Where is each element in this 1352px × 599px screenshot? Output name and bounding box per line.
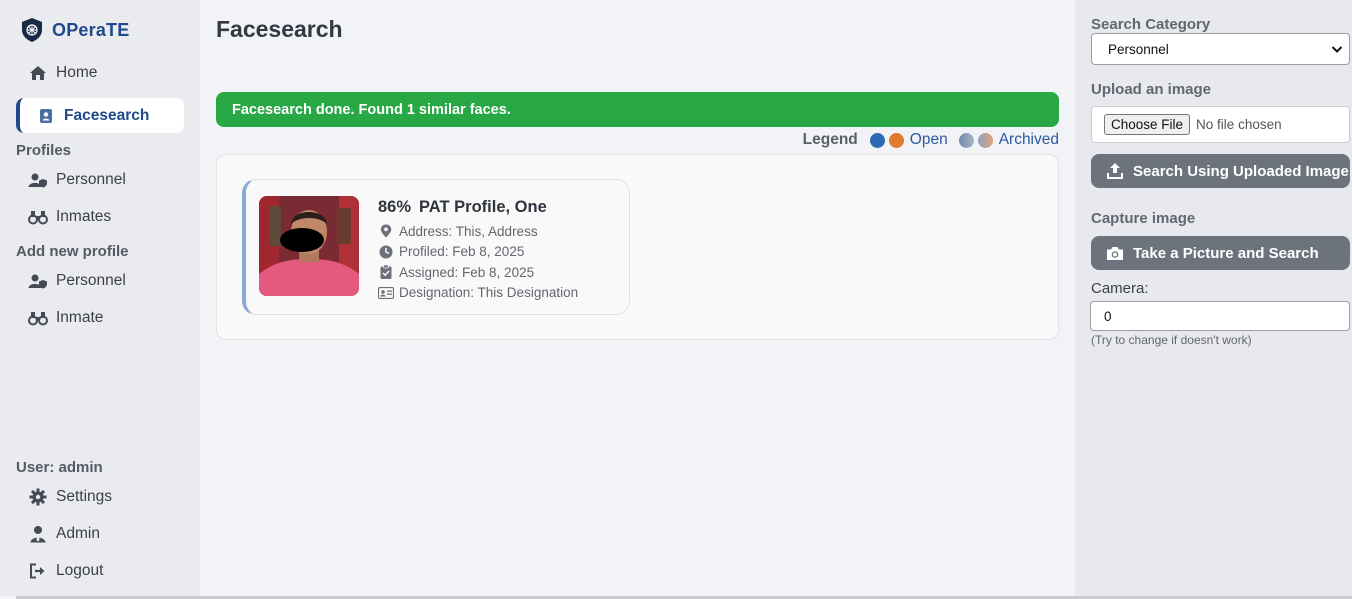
app-name: OPeraTE bbox=[52, 19, 130, 40]
home-icon bbox=[28, 63, 48, 83]
choose-file-button[interactable]: Choose File bbox=[1104, 114, 1191, 135]
take-picture-label: Take a Picture and Search bbox=[1133, 244, 1319, 262]
legend-open-orange-dot bbox=[888, 132, 904, 148]
nav-add-personnel-label: Personnel bbox=[56, 271, 126, 289]
address-text: Address: This, Address bbox=[399, 223, 538, 239]
add-profile-section-title: Add new profile bbox=[16, 243, 129, 260]
camera-hint: (Try to change if doesn't work) bbox=[1091, 333, 1252, 347]
success-alert: Facesearch done. Found 1 similar faces. bbox=[216, 92, 1059, 127]
camera-label: Camera: bbox=[1091, 280, 1149, 297]
file-input[interactable]: Choose File No file chosen bbox=[1091, 106, 1350, 143]
profiled-text: Profiled: Feb 8, 2025 bbox=[399, 244, 525, 260]
search-uploaded-button[interactable]: Search Using Uploaded Image bbox=[1091, 154, 1350, 188]
nav-facesearch-label: Facesearch bbox=[64, 106, 150, 124]
profiles-section-title: Profiles bbox=[16, 142, 72, 159]
camera-input[interactable]: 0 bbox=[1090, 301, 1350, 331]
search-category-value: Personnel bbox=[1108, 41, 1169, 57]
result-info: 86% PAT Profile, One Address: This, Addre… bbox=[378, 198, 578, 303]
address-row: Address: This, Address bbox=[378, 221, 578, 242]
legend-open-label: Open bbox=[909, 131, 948, 148]
nav-profiles-inmates-label: Inmates bbox=[56, 207, 112, 225]
nav-settings[interactable]: Settings bbox=[16, 479, 184, 514]
page-title: Facesearch bbox=[216, 16, 343, 42]
nav-settings-label: Settings bbox=[56, 487, 113, 505]
search-category-select[interactable]: Personnel bbox=[1091, 33, 1350, 65]
result-title[interactable]: 86% PAT Profile, One bbox=[378, 198, 578, 217]
assigned-row: Assigned: Feb 8, 2025 bbox=[378, 262, 578, 283]
legend-open-blue-dot bbox=[869, 132, 885, 148]
search-category-label: Search Category bbox=[1091, 16, 1211, 33]
profile-photo bbox=[259, 196, 359, 296]
assigned-text: Assigned: Feb 8, 2025 bbox=[399, 264, 535, 280]
nav-add-personnel[interactable]: Personnel bbox=[16, 263, 184, 298]
nav-admin[interactable]: Admin bbox=[16, 516, 184, 551]
logout-icon bbox=[28, 561, 48, 581]
nav-home[interactable]: Home bbox=[16, 55, 184, 90]
camera-icon bbox=[1105, 243, 1125, 263]
nav-home-label: Home bbox=[56, 63, 98, 81]
nav-logout[interactable]: Logout bbox=[16, 553, 184, 588]
map-pin-icon bbox=[378, 223, 394, 239]
nav-facesearch[interactable]: Facesearch bbox=[16, 98, 184, 133]
nav-profiles-personnel[interactable]: Personnel bbox=[16, 162, 184, 197]
binoculars-icon bbox=[28, 207, 48, 227]
user-tie-icon bbox=[28, 524, 48, 544]
match-percent: 86% bbox=[378, 198, 412, 216]
nav-profiles-personnel-label: Personnel bbox=[56, 170, 126, 188]
binoculars-icon bbox=[28, 308, 48, 328]
profiled-row: Profiled: Feb 8, 2025 bbox=[378, 242, 578, 263]
upload-icon bbox=[1105, 161, 1125, 181]
nav-profiles-inmates[interactable]: Inmates bbox=[16, 199, 184, 234]
results-panel: 86% PAT Profile, One Address: This, Addre… bbox=[216, 154, 1059, 340]
legend-archived-label: Archived bbox=[998, 131, 1059, 148]
nav-add-inmate[interactable]: Inmate bbox=[16, 300, 184, 335]
shield-logo-icon bbox=[22, 18, 42, 42]
id-badge-icon bbox=[36, 106, 56, 126]
nav-admin-label: Admin bbox=[56, 524, 100, 542]
current-user-label: User: admin bbox=[16, 459, 103, 476]
sidebar: OPeraTE Home Facesearch Profiles Personn… bbox=[0, 0, 200, 596]
legend-archived-blue-dot bbox=[958, 132, 974, 148]
legend-archived-orange-dot bbox=[977, 132, 993, 148]
user-shield-icon bbox=[28, 170, 48, 190]
chevron-down-icon bbox=[1331, 43, 1343, 58]
user-shield-icon bbox=[28, 271, 48, 291]
designation-row: Designation: This Designation bbox=[378, 283, 578, 304]
nav-logout-label: Logout bbox=[56, 561, 104, 579]
nav-add-inmate-label: Inmate bbox=[56, 308, 104, 326]
profile-name: PAT Profile, One bbox=[419, 198, 547, 216]
clock-icon bbox=[378, 244, 394, 260]
legend: Legend Open Archived bbox=[803, 131, 1059, 149]
legend-label: Legend bbox=[802, 131, 858, 148]
designation-text: Designation: This Designation bbox=[399, 285, 579, 301]
result-card[interactable]: 86% PAT Profile, One Address: This, Addre… bbox=[242, 179, 630, 315]
capture-image-label: Capture image bbox=[1091, 210, 1196, 227]
gear-icon bbox=[28, 487, 48, 507]
take-picture-button[interactable]: Take a Picture and Search bbox=[1091, 236, 1350, 270]
brand[interactable]: OPeraTE bbox=[20, 17, 129, 43]
clipboard-check-icon bbox=[378, 264, 394, 280]
search-uploaded-label: Search Using Uploaded Image bbox=[1133, 162, 1349, 180]
id-card-icon bbox=[378, 285, 394, 301]
right-panel: Search Category Personnel Upload an imag… bbox=[1075, 0, 1352, 596]
no-file-text: No file chosen bbox=[1196, 117, 1282, 132]
upload-image-label: Upload an image bbox=[1091, 81, 1212, 98]
